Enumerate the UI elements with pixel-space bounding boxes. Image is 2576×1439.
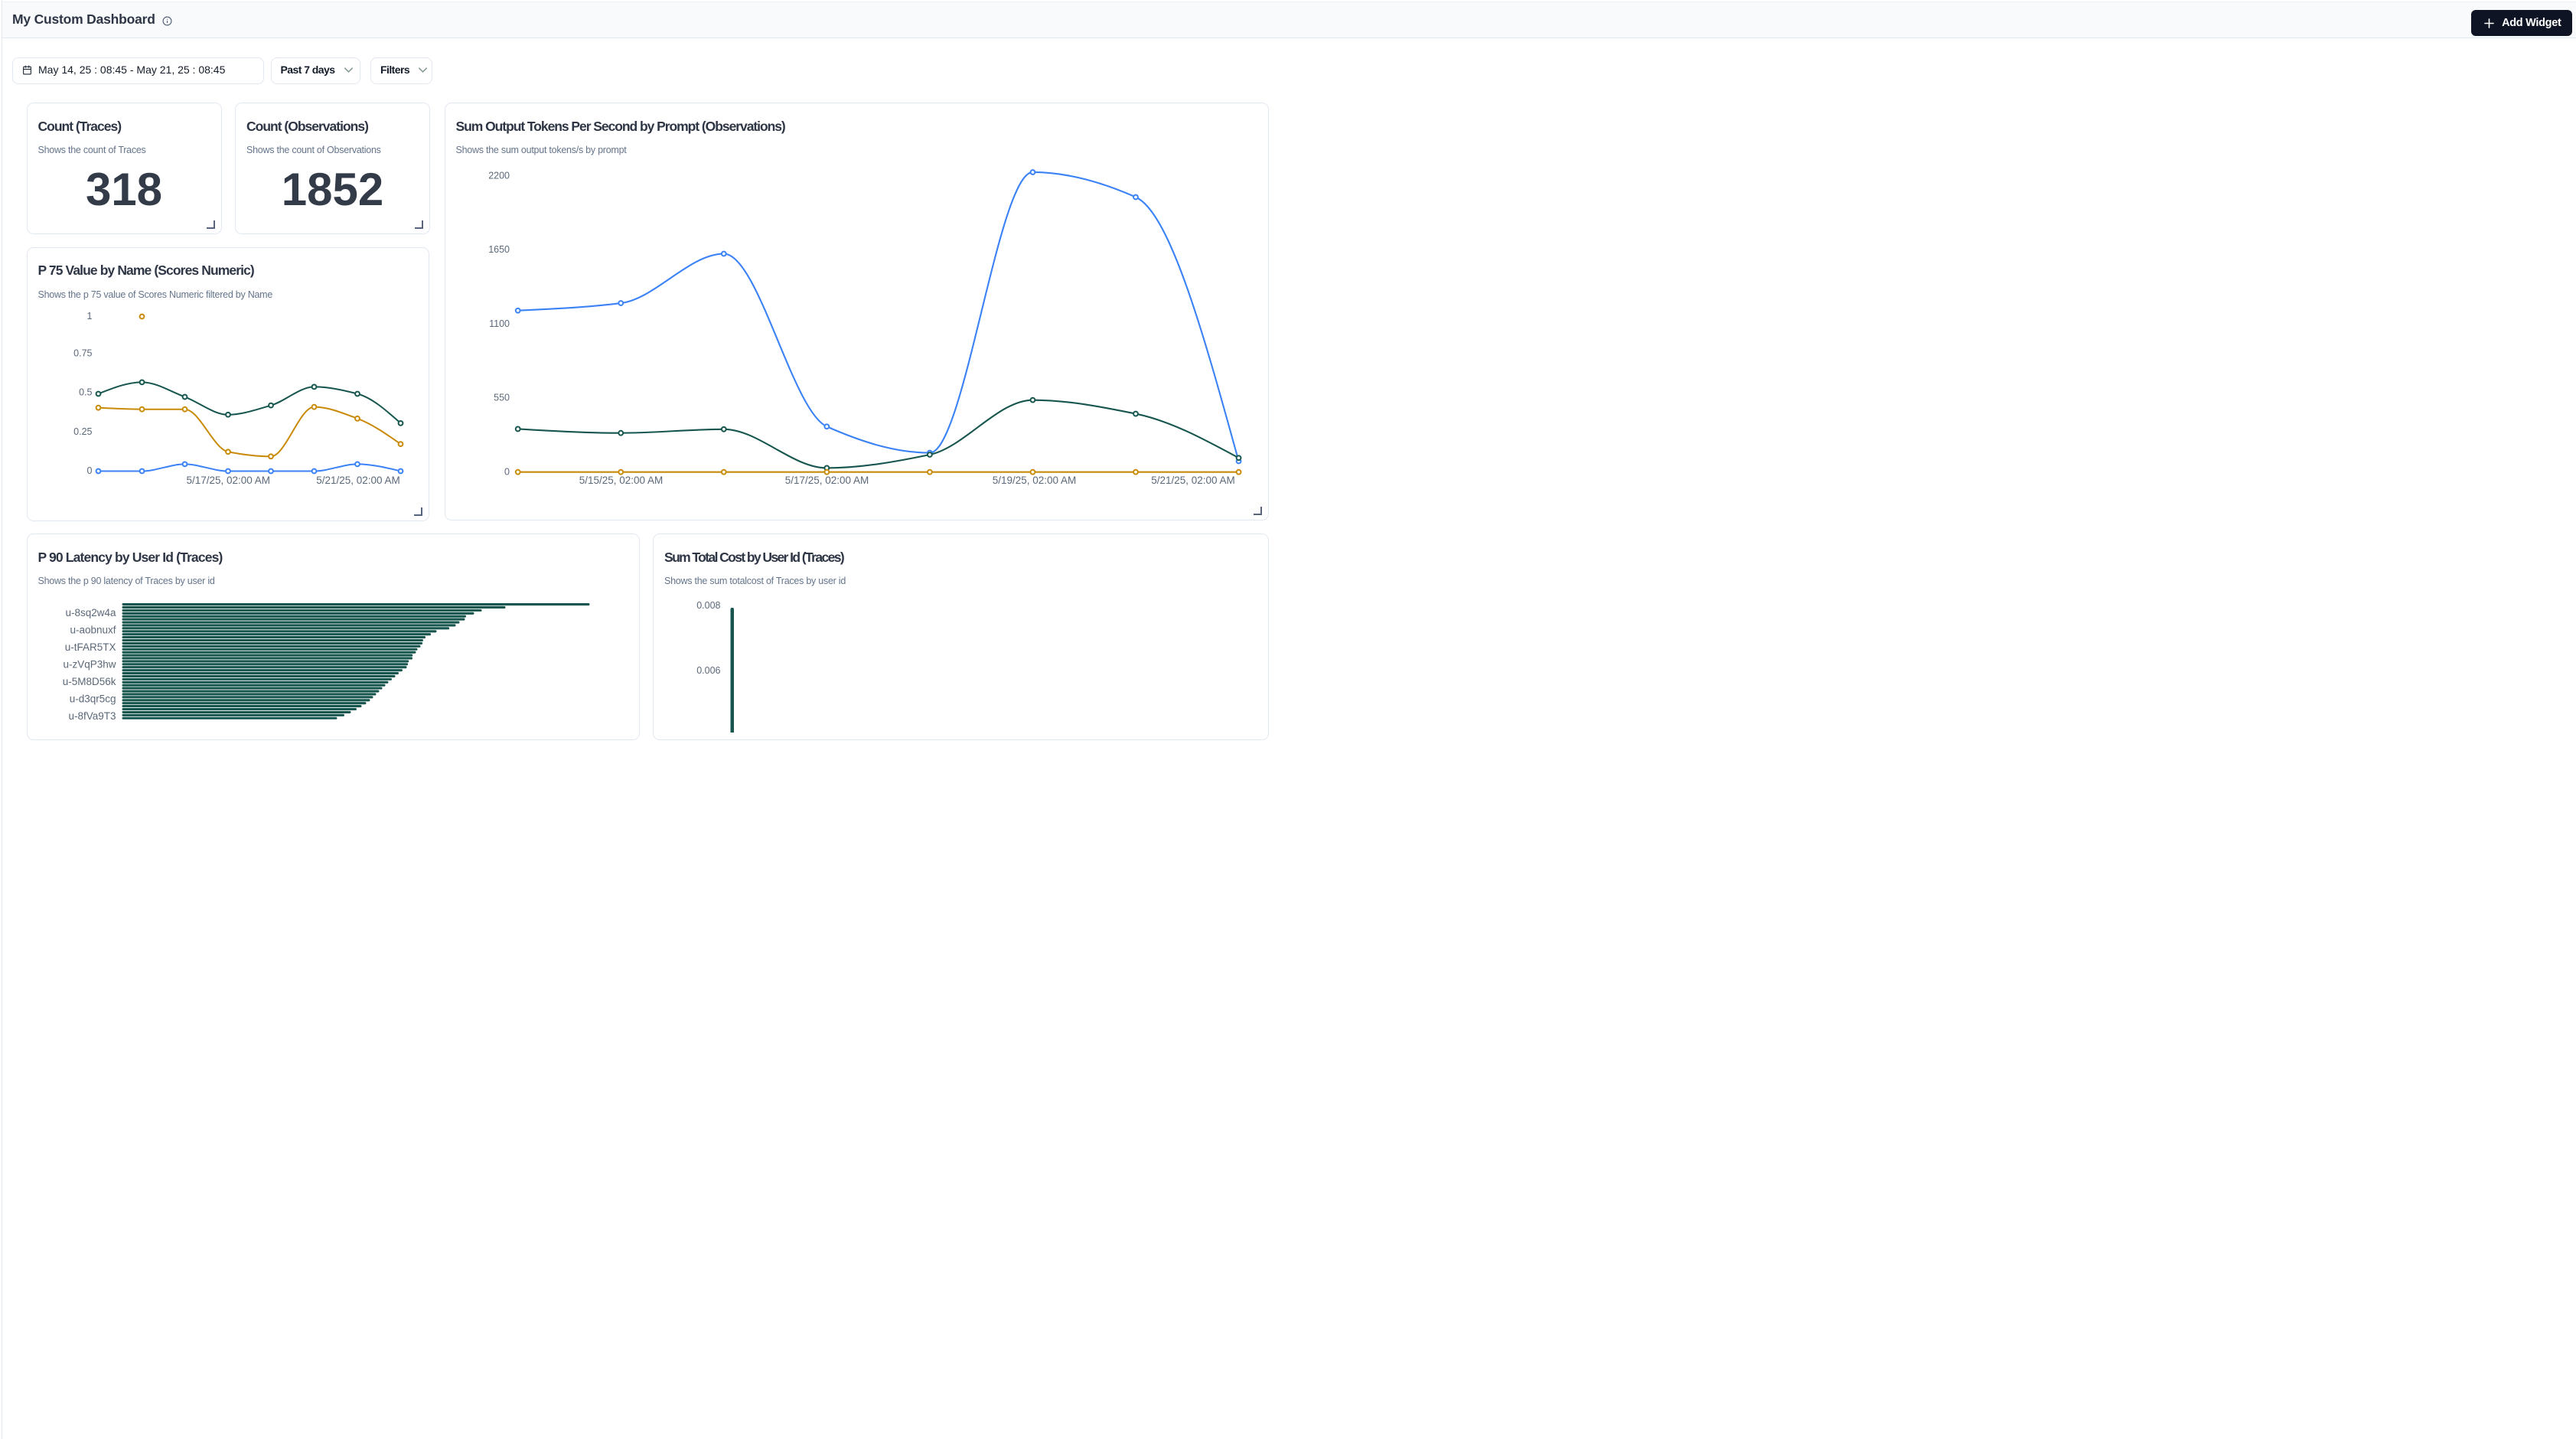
svg-text:1: 1 — [86, 311, 92, 321]
svg-text:5/15/25, 02:00 AM: 5/15/25, 02:00 AM — [579, 475, 663, 486]
svg-text:0.25: 0.25 — [73, 426, 92, 436]
svg-text:1650: 1650 — [488, 244, 510, 255]
svg-text:u-5M8D56k: u-5M8D56k — [62, 676, 116, 687]
svg-text:5/21/25, 02:00 AM: 5/21/25, 02:00 AM — [1151, 475, 1235, 486]
svg-text:u-8fVa9T3: u-8fVa9T3 — [68, 710, 116, 722]
svg-text:u-d3qr5cg: u-d3qr5cg — [69, 693, 116, 705]
svg-text:5/17/25, 02:00 AM: 5/17/25, 02:00 AM — [784, 475, 869, 486]
svg-text:0.75: 0.75 — [73, 348, 92, 358]
svg-text:u-tFAR5TX: u-tFAR5TX — [64, 641, 116, 653]
svg-text:5/17/25, 02:00 AM: 5/17/25, 02:00 AM — [186, 474, 270, 485]
svg-text:2200: 2200 — [488, 171, 510, 181]
svg-text:u-8sq2w4a: u-8sq2w4a — [65, 607, 116, 618]
svg-text:1100: 1100 — [489, 318, 510, 329]
svg-text:550: 550 — [494, 393, 510, 403]
svg-text:u-zVqP3hw: u-zVqP3hw — [63, 658, 116, 670]
svg-text:0.008: 0.008 — [696, 600, 720, 611]
svg-text:5/19/25, 02:00 AM: 5/19/25, 02:00 AM — [992, 475, 1076, 486]
svg-text:0: 0 — [504, 466, 510, 477]
svg-text:0.5: 0.5 — [79, 387, 92, 397]
svg-text:0.006: 0.006 — [696, 665, 720, 676]
svg-text:u-aobnuxf: u-aobnuxf — [70, 624, 116, 635]
svg-text:5/21/25, 02:00 AM: 5/21/25, 02:00 AM — [316, 474, 400, 485]
svg-text:0: 0 — [86, 465, 92, 476]
